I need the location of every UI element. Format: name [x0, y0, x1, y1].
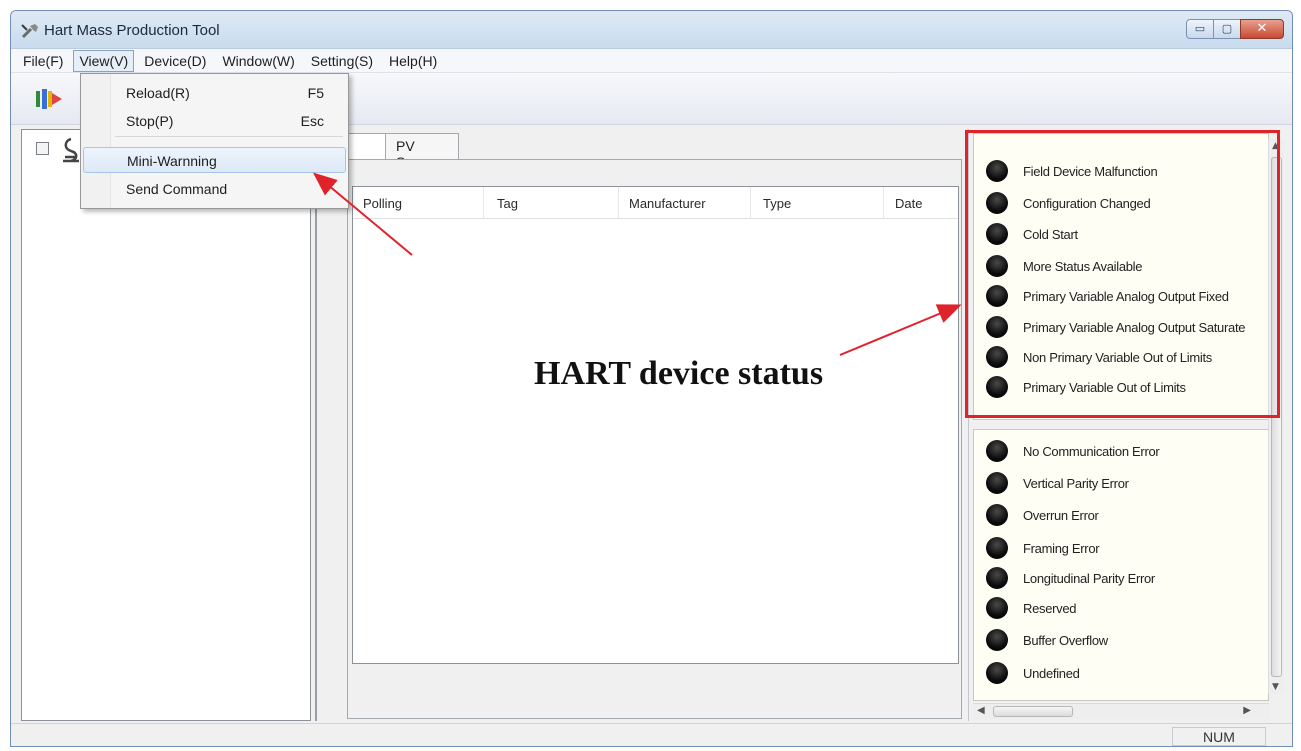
menu-file[interactable]: File(F): [17, 50, 69, 72]
status-label: Buffer Overflow: [1023, 632, 1108, 648]
maximize-icon: ▢: [1221, 22, 1233, 35]
column-date[interactable]: Date: [895, 196, 922, 211]
menu-item-label: Reload(R): [126, 85, 190, 101]
menu-item-label: Mini-Warnning: [127, 153, 217, 169]
annotation-highlight-box: [965, 130, 1280, 418]
device-tree-icon: [63, 137, 79, 163]
tab-pane: Polling Tag Manufacturer Type Date: [347, 159, 962, 719]
close-button[interactable]: ✕: [1240, 19, 1284, 39]
tab-pv-scan[interactable]: PV Scan: [385, 133, 459, 170]
tab-scan[interactable]: [347, 133, 387, 159]
menu-item-shortcut: F5: [307, 85, 324, 101]
menu-help[interactable]: Help(H): [383, 50, 443, 72]
status-led-icon: [986, 504, 1008, 526]
status-row: Buffer Overflow: [986, 627, 1108, 653]
minimize-button[interactable]: ▭: [1186, 19, 1214, 39]
status-led-icon: [986, 662, 1008, 684]
status-led-icon: [986, 567, 1008, 589]
menu-bar: File(F) View(V) Device(D) Window(W) Sett…: [11, 49, 1292, 73]
status-label: Longitudinal Parity Error: [1023, 570, 1155, 586]
minimize-icon: ▭: [1194, 22, 1206, 35]
column-type[interactable]: Type: [763, 196, 791, 211]
status-led-icon: [986, 629, 1008, 651]
status-row: Longitudinal Parity Error: [986, 565, 1155, 591]
run-icon[interactable]: [33, 85, 63, 113]
window-title: Hart Mass Production Tool: [44, 22, 220, 39]
status-led-icon: [986, 597, 1008, 619]
menu-item-reload[interactable]: Reload(R) F5: [83, 80, 346, 106]
status-label: Framing Error: [1023, 540, 1100, 556]
menu-device[interactable]: Device(D): [138, 50, 212, 72]
communication-status-box: No Communication Error Vertical Parity E…: [973, 429, 1269, 701]
column-polling[interactable]: Polling: [363, 196, 402, 211]
status-row: Reserved: [986, 595, 1077, 621]
menu-setting[interactable]: Setting(S): [305, 50, 379, 72]
menu-item-shortcut: Esc: [300, 113, 324, 129]
annotation-caption: HART device status: [534, 355, 824, 392]
scroll-right-icon[interactable]: ▶: [1243, 705, 1251, 716]
num-lock-indicator: NUM: [1172, 727, 1266, 746]
status-led-icon: [986, 440, 1008, 462]
menu-item-send-command[interactable]: Send Command: [83, 176, 346, 202]
menu-item-label: Stop(P): [126, 113, 174, 129]
scan-area: PV Scan Polling Tag Manufacturer Type Da…: [315, 129, 966, 721]
view-menu-dropdown: Reload(R) F5 Stop(P) Esc Mini-Warnning S…: [80, 73, 349, 209]
status-led-icon: [986, 537, 1008, 559]
column-tag[interactable]: Tag: [497, 196, 518, 211]
status-row: Undefined: [986, 660, 1080, 686]
menu-view[interactable]: View(V): [73, 49, 135, 72]
menu-item-label: Send Command: [126, 181, 228, 197]
status-label: No Communication Error: [1023, 443, 1160, 459]
status-label: Reserved: [1023, 600, 1077, 616]
scroll-down-icon[interactable]: ▼: [1272, 682, 1279, 692]
status-label: Undefined: [1023, 665, 1080, 681]
device-list[interactable]: Polling Tag Manufacturer Type Date: [352, 186, 959, 664]
status-row: No Communication Error: [986, 438, 1160, 464]
status-label: Overrun Error: [1023, 507, 1099, 523]
app-tool-icon: [21, 24, 38, 39]
title-bar: Hart Mass Production Tool ▭ ▢ ✕: [11, 11, 1292, 49]
horizontal-scrollbar[interactable]: ◀ ▶: [973, 703, 1269, 719]
column-manufacturer[interactable]: Manufacturer: [629, 196, 706, 211]
status-led-icon: [986, 472, 1008, 494]
menu-window[interactable]: Window(W): [216, 50, 300, 72]
menu-item-mini-warnning[interactable]: Mini-Warnning: [83, 147, 346, 173]
menu-separator: [115, 136, 343, 137]
scroll-thumb[interactable]: [993, 706, 1073, 717]
maximize-button[interactable]: ▢: [1213, 19, 1241, 39]
scroll-left-icon[interactable]: ◀: [977, 705, 985, 716]
close-icon: ✕: [1256, 21, 1268, 36]
menu-item-stop[interactable]: Stop(P) Esc: [83, 108, 346, 134]
device-tree-panel: [21, 129, 311, 721]
status-row: Overrun Error: [986, 502, 1099, 528]
window-controls: ▭ ▢ ✕: [1186, 19, 1284, 41]
status-bar: NUM: [11, 723, 1292, 746]
status-row: Vertical Parity Error: [986, 470, 1129, 496]
status-row: Framing Error: [986, 535, 1100, 561]
tree-checkbox[interactable]: [36, 142, 49, 155]
device-list-header: Polling Tag Manufacturer Type Date: [353, 187, 958, 219]
status-label: Vertical Parity Error: [1023, 475, 1129, 491]
